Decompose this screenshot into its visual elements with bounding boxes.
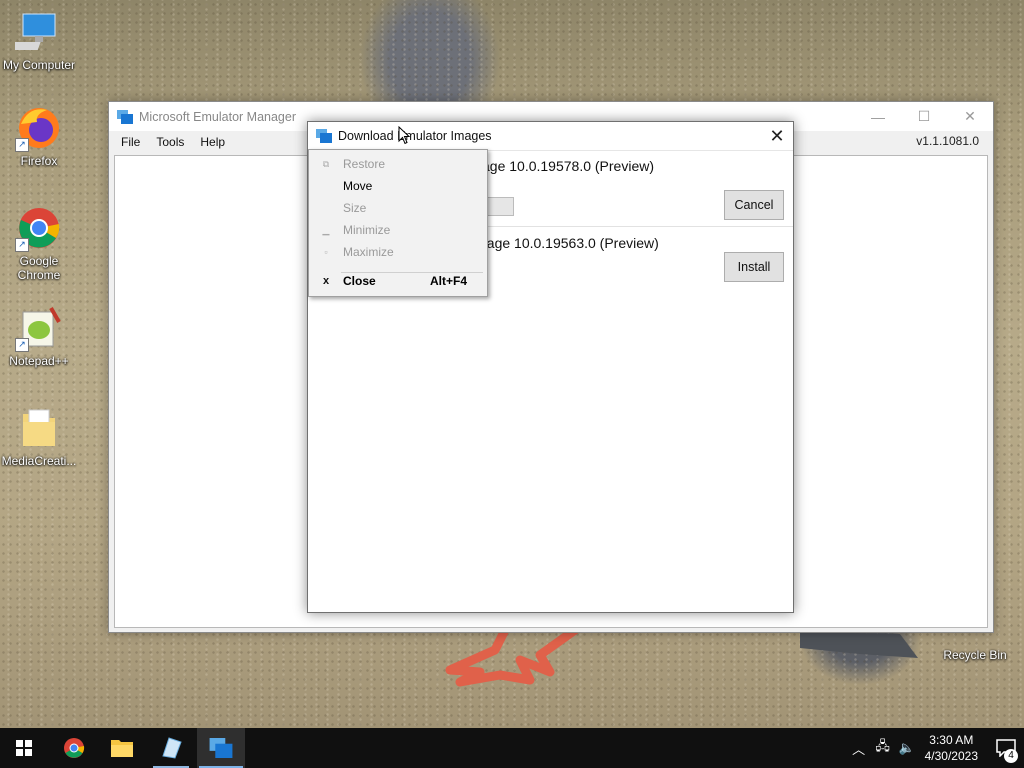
- desktop-icon-firefox[interactable]: ↗ Firefox: [0, 104, 78, 168]
- sysmenu-size[interactable]: Size: [309, 197, 487, 219]
- close-icon: x: [322, 275, 330, 287]
- system-context-menu: ⧉ Restore Move Size ▁ Minimize ▫ Maximiz…: [308, 149, 488, 297]
- emulator-app-icon[interactable]: [316, 129, 332, 143]
- taskbar-emulator-manager[interactable]: [197, 728, 245, 768]
- desktop-icon-mediacreation[interactable]: MediaCreati...: [0, 404, 78, 468]
- emulator-app-icon: [117, 109, 133, 124]
- desktop-icon-label: Firefox: [20, 154, 58, 168]
- shortcut-arrow-icon: ↗: [15, 238, 29, 252]
- desktop-icon-label: MediaCreati...: [1, 454, 77, 468]
- shortcut-arrow-icon: ↗: [15, 138, 29, 152]
- network-icon[interactable]: 🖧: [871, 737, 895, 759]
- clock-time: 3:30 AM: [929, 733, 974, 747]
- desktop-icon-label: Google Chrome: [17, 254, 61, 282]
- desktop-icon-my-computer[interactable]: My Computer: [0, 8, 78, 72]
- chrome-icon: ↗: [15, 204, 63, 252]
- desktop-icon-label: Notepad++: [9, 354, 69, 368]
- maximize-icon: ▫: [324, 247, 328, 257]
- volume-icon[interactable]: 🔈: [895, 740, 919, 756]
- cancel-button[interactable]: Cancel: [724, 190, 784, 220]
- taskbar-emulator-tool[interactable]: [147, 728, 195, 768]
- firefox-icon: ↗: [15, 104, 63, 152]
- notification-count-badge: 4: [1004, 749, 1018, 763]
- install-button[interactable]: Install: [724, 252, 784, 282]
- menu-tools[interactable]: Tools: [148, 133, 192, 151]
- taskbar: ︿ 🖧 🔈 3:30 AM 4/30/2023 4: [0, 728, 1024, 768]
- minimize-icon: —: [871, 108, 885, 125]
- close-icon: ✕: [964, 108, 976, 124]
- clock-date: 4/30/2023: [924, 749, 978, 763]
- wallpaper-pigeon-tail: [800, 632, 918, 658]
- sysmenu-move[interactable]: Move: [309, 175, 487, 197]
- dialog-title: Download Emulator Images: [338, 129, 492, 143]
- notepadpp-icon: ↗: [15, 304, 63, 352]
- image-name: age 10.0.19578.0 (Preview): [482, 158, 654, 174]
- maximize-icon: ☐: [917, 108, 931, 124]
- emulator-app-icon: [209, 738, 233, 758]
- desktop-icon-label: Recycle Bin: [943, 648, 1007, 662]
- shortcut-arrow-icon: ↗: [15, 338, 29, 352]
- action-center-button[interactable]: 4: [988, 739, 1024, 763]
- image-name: nage 10.0.19563.0 (Preview): [479, 235, 659, 251]
- desktop-icon-label: My Computer: [2, 58, 76, 72]
- sysmenu-maximize[interactable]: ▫ Maximize: [309, 241, 487, 263]
- restore-icon: ⧉: [322, 158, 330, 169]
- desktop-icon-notepadpp[interactable]: ↗ Notepad++: [0, 304, 78, 368]
- system-tray: ︿ 🖧 🔈 3:30 AM 4/30/2023 4: [847, 728, 1024, 768]
- show-hidden-icons-chevron-icon[interactable]: ︿: [847, 739, 871, 758]
- emulator-tool-icon: [162, 737, 182, 759]
- minimize-button[interactable]: —: [855, 102, 901, 131]
- version-label: v1.1.1081.0: [916, 134, 979, 148]
- chrome-icon: [64, 738, 85, 758]
- sysmenu-close[interactable]: x Close Alt+F4: [309, 270, 487, 292]
- windows-logo-icon: [16, 740, 32, 756]
- close-button[interactable]: ✕: [947, 102, 993, 131]
- desktop-icon-chrome[interactable]: ↗ Google Chrome: [0, 204, 78, 282]
- sysmenu-restore[interactable]: ⧉ Restore: [309, 153, 487, 175]
- dialog-titlebar[interactable]: Download Emulator Images ✕: [308, 122, 793, 151]
- start-button[interactable]: [0, 728, 48, 768]
- close-icon: ✕: [769, 125, 785, 146]
- sysmenu-minimize[interactable]: ▁ Minimize: [309, 219, 487, 241]
- folder-icon: [15, 404, 63, 452]
- taskbar-chrome[interactable]: [50, 728, 98, 768]
- taskbar-file-explorer[interactable]: [98, 728, 146, 768]
- menu-file[interactable]: File: [113, 133, 148, 151]
- dialog-close-button[interactable]: ✕: [761, 122, 793, 150]
- main-window-title: Microsoft Emulator Manager: [139, 109, 297, 124]
- maximize-button[interactable]: ☐: [901, 102, 947, 131]
- computer-icon: [11, 8, 63, 56]
- menu-help[interactable]: Help: [192, 133, 233, 151]
- mouse-cursor-icon: [398, 126, 410, 145]
- shortcut-label: Alt+F4: [429, 274, 467, 288]
- clock[interactable]: 3:30 AM 4/30/2023: [919, 732, 988, 764]
- folder-icon: [111, 740, 133, 757]
- minimize-icon: ▁: [322, 224, 330, 235]
